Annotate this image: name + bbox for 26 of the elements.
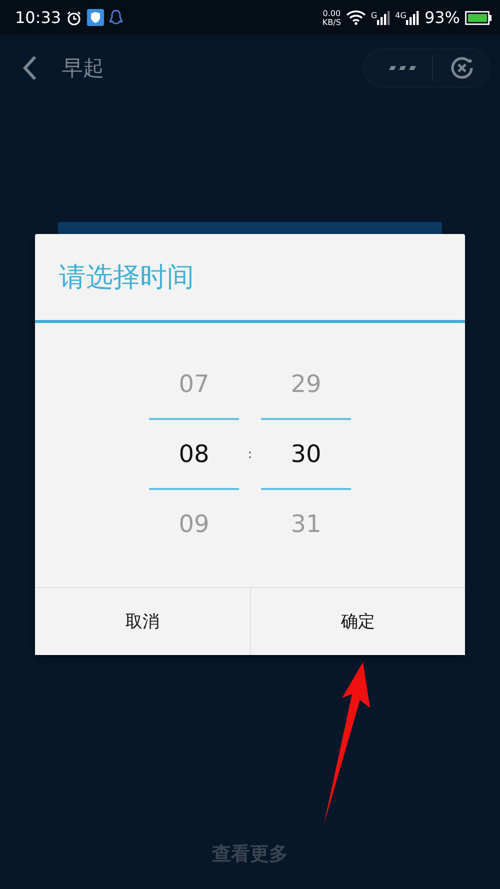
back-icon[interactable] xyxy=(22,54,38,80)
dialog-title: 请选择时间 xyxy=(35,234,465,323)
picker-value[interactable]: 07 xyxy=(149,350,239,418)
signal-icon xyxy=(377,10,390,24)
confirm-button[interactable]: 确定 xyxy=(250,588,465,655)
picker-value[interactable]: 31 xyxy=(261,490,351,558)
network-type-label: 4G xyxy=(395,10,406,20)
picker-value[interactable]: 08 xyxy=(149,418,239,490)
page-title: 早起 xyxy=(62,54,105,82)
picker-value[interactable]: 09 xyxy=(149,490,239,558)
penguin-icon xyxy=(109,9,124,26)
close-icon[interactable] xyxy=(449,54,475,80)
network-speed: 0.00 KB/S xyxy=(322,8,341,26)
alarm-icon xyxy=(66,10,82,26)
battery-icon xyxy=(465,10,492,24)
shield-icon xyxy=(87,9,104,26)
network-type-label: G xyxy=(370,10,378,20)
battery-percent: 93% xyxy=(424,8,460,27)
picker-value[interactable]: 30 xyxy=(261,418,351,490)
cancel-button[interactable]: 取消 xyxy=(35,588,250,655)
time-separator: : xyxy=(247,447,253,461)
picker-value[interactable]: 29 xyxy=(261,350,351,418)
signal-icon xyxy=(406,10,420,24)
wifi-icon xyxy=(346,10,366,25)
clock-time: 10:33 xyxy=(15,8,62,27)
more-icon[interactable] xyxy=(388,64,416,72)
